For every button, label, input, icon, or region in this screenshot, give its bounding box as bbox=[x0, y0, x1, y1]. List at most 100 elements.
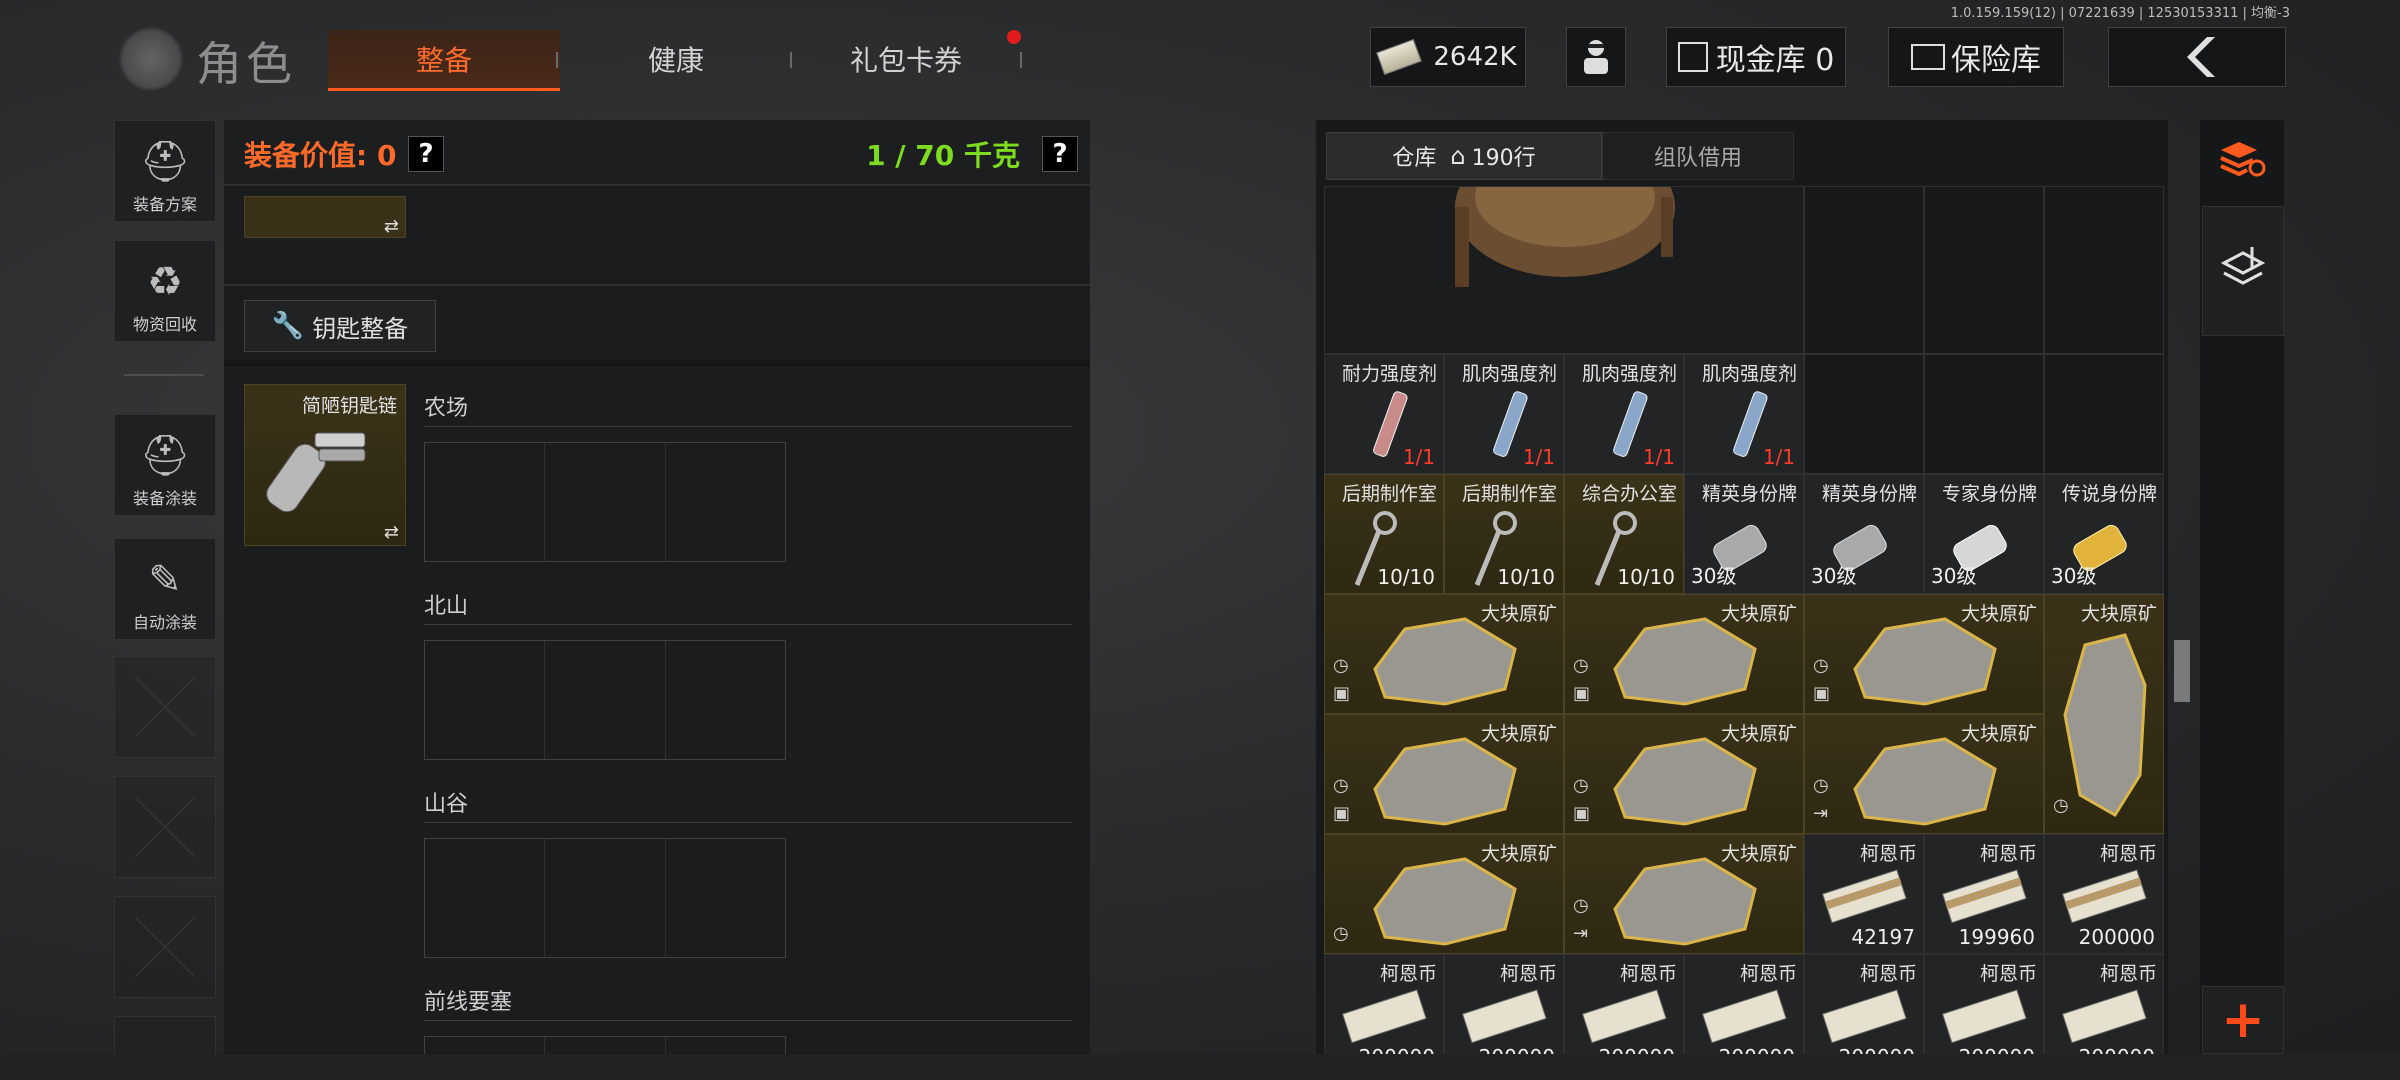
empty-cell[interactable] bbox=[1804, 186, 1924, 354]
key-slot[interactable] bbox=[425, 839, 546, 957]
equipment-paint-button[interactable]: ⛑ 装备涂装 bbox=[114, 414, 216, 516]
inventory-item[interactable]: 肌肉强度剂 1/1 bbox=[1684, 354, 1804, 474]
add-button[interactable]: + bbox=[2202, 986, 2284, 1054]
inventory-item[interactable]: 耐力强度剂 1/1 bbox=[1324, 354, 1444, 474]
key-slot-grid-valley[interactable] bbox=[424, 838, 786, 958]
tab-equipment[interactable]: 整备 bbox=[328, 30, 560, 91]
vault-icon bbox=[1677, 42, 1708, 72]
inventory-scrollbar[interactable] bbox=[2174, 640, 2190, 702]
key-slot[interactable] bbox=[425, 641, 546, 759]
cash-stack-icon bbox=[1582, 989, 1667, 1044]
key-slot[interactable] bbox=[666, 443, 785, 561]
operator-button[interactable] bbox=[1566, 27, 1626, 87]
key-equipment-button[interactable]: 🔧 钥匙整备 bbox=[244, 300, 436, 352]
item-name: 柯恩币 bbox=[2099, 843, 2157, 865]
coin-item[interactable]: 柯恩币 200000 bbox=[1324, 954, 1444, 1054]
coin-item[interactable]: 柯恩币 200000 bbox=[1444, 954, 1564, 1054]
keychain-slot[interactable]: 简陋钥匙链 ⇄ bbox=[244, 384, 406, 546]
coin-item[interactable]: 柯恩币 200000 bbox=[1684, 954, 1804, 1054]
value-help-button[interactable]: ? bbox=[408, 136, 444, 172]
key-slot[interactable] bbox=[425, 443, 546, 561]
inventory-item[interactable]: 后期制作室 10/10 bbox=[1444, 474, 1564, 594]
ore-item[interactable]: 大块原矿 ◷ ▣ bbox=[1564, 714, 1804, 834]
equipment-plan-button[interactable]: ⛑ 装备方案 bbox=[114, 120, 216, 222]
key-slot[interactable] bbox=[545, 641, 666, 759]
key-slot-grid-frontline-fortress[interactable] bbox=[424, 1036, 786, 1055]
weight-display: 1 / 70 千克 bbox=[866, 139, 1020, 172]
coin-item[interactable]: 柯恩币 200000 bbox=[2044, 834, 2164, 954]
ore-icon bbox=[1613, 617, 1757, 706]
inventory-item[interactable]: 精英身份牌 30级 bbox=[1804, 474, 1924, 594]
material-recycle-button[interactable]: ♻ 物资回收 bbox=[114, 240, 216, 342]
coin-item[interactable]: 柯恩币 199960 bbox=[1924, 834, 2044, 954]
swap-icon[interactable]: ⇄ bbox=[384, 522, 399, 543]
ore-item[interactable]: 大块原矿 ◷ bbox=[2044, 594, 2164, 834]
auto-paint-button[interactable]: ✎ 自动涂装 bbox=[114, 538, 216, 640]
empty-cell[interactable] bbox=[2044, 354, 2164, 474]
inventory-item[interactable]: 后期制作室 10/10 bbox=[1324, 474, 1444, 594]
empty-cell[interactable] bbox=[2044, 186, 2164, 354]
bottom-strip bbox=[0, 1054, 2400, 1080]
key-slot[interactable] bbox=[666, 641, 785, 759]
tab-team-borrow[interactable]: 组队借用 bbox=[1602, 132, 1794, 180]
equipped-item-slot[interactable]: ⇄ bbox=[244, 196, 406, 238]
empty-cell[interactable] bbox=[1924, 354, 2044, 474]
panel-divider bbox=[224, 360, 1090, 366]
ore-item[interactable]: 大块原矿 ◷ ▣ bbox=[1564, 594, 1804, 714]
key-slot[interactable] bbox=[545, 1037, 666, 1055]
inventory-item[interactable]: 肌肉强度剂 1/1 bbox=[1444, 354, 1564, 474]
key-slot[interactable] bbox=[545, 443, 666, 561]
coin-item[interactable]: 柯恩币 200000 bbox=[1924, 954, 2044, 1054]
tab-gift-coupons[interactable]: 礼包卡券 bbox=[790, 30, 1022, 88]
inventory-item[interactable]: 精英身份牌 30级 bbox=[1684, 474, 1804, 594]
backpack-item[interactable] bbox=[1324, 186, 1804, 354]
chevron-left-icon bbox=[2187, 37, 2215, 77]
empty-cell[interactable] bbox=[1804, 354, 1924, 474]
ore-item[interactable]: 大块原矿 ◷ ⇥ bbox=[1564, 834, 1804, 954]
coin-item[interactable]: 柯恩币 200000 bbox=[1804, 954, 1924, 1054]
box-icon: ▣ bbox=[1333, 683, 1351, 704]
coin-item[interactable]: 柯恩币 200000 bbox=[1564, 954, 1684, 1054]
inventory-item[interactable]: 肌肉强度剂 1/1 bbox=[1564, 354, 1684, 474]
ore-item[interactable]: 大块原矿 ◷ ⇥ bbox=[1804, 714, 2044, 834]
key-slot[interactable] bbox=[545, 839, 666, 957]
key-slot-grid-north-mountain[interactable] bbox=[424, 640, 786, 760]
ore-icon bbox=[1373, 857, 1517, 946]
swap-icon[interactable]: ⇄ bbox=[384, 216, 399, 237]
ore-item[interactable]: 大块原矿 ◷ ▣ bbox=[1324, 714, 1564, 834]
inventory-item[interactable]: 专家身份牌 30级 bbox=[1924, 474, 2044, 594]
store-all-button[interactable] bbox=[2202, 206, 2284, 336]
empty-cell[interactable] bbox=[1924, 186, 2044, 354]
ore-item[interactable]: 大块原矿 ◷ ▣ bbox=[1804, 594, 2044, 714]
item-name: 后期制作室 bbox=[1461, 483, 1557, 505]
cash-stack-icon bbox=[1462, 989, 1547, 1044]
key-slot[interactable] bbox=[666, 1037, 785, 1055]
item-name: 综合办公室 bbox=[1581, 483, 1677, 505]
clock-icon: ◷ bbox=[2053, 795, 2069, 816]
coin-item[interactable]: 柯恩币 200000 bbox=[2044, 954, 2164, 1054]
warehouse-rows: 190行 bbox=[1471, 146, 1536, 171]
weight-help-button[interactable]: ? bbox=[1042, 136, 1078, 172]
back-button[interactable] bbox=[2108, 27, 2286, 87]
cash-vault-button[interactable]: 现金库 0 bbox=[1666, 27, 1846, 87]
panel-divider bbox=[224, 284, 1090, 286]
item-level: 30级 bbox=[1811, 564, 1857, 588]
cash-stack-icon bbox=[1342, 989, 1427, 1044]
recycle-icon: ♻ bbox=[147, 259, 183, 305]
map-label-valley: 山谷 bbox=[424, 792, 469, 817]
safe-box-button[interactable]: 保险库 bbox=[1888, 27, 2064, 87]
coin-item[interactable]: 柯恩币 42197 bbox=[1804, 834, 1924, 954]
key-slot-grid-farm[interactable] bbox=[424, 442, 786, 562]
key-slot[interactable] bbox=[425, 1037, 546, 1055]
sort-button[interactable] bbox=[2202, 122, 2282, 194]
inventory-item[interactable]: 综合办公室 10/10 bbox=[1564, 474, 1684, 594]
item-level: 30级 bbox=[1931, 564, 1977, 588]
ore-item[interactable]: 大块原矿 ◷ ▣ bbox=[1324, 594, 1564, 714]
tab-warehouse[interactable]: 仓库 ⌂ 190行 bbox=[1326, 132, 1602, 180]
key-slot[interactable] bbox=[666, 839, 785, 957]
ore-icon bbox=[1613, 857, 1757, 946]
inventory-item[interactable]: 传说身份牌 30级 bbox=[2044, 474, 2164, 594]
tab-health[interactable]: 健康 bbox=[560, 30, 792, 88]
money-display[interactable]: 2642K bbox=[1370, 27, 1526, 87]
ore-item[interactable]: 大块原矿 ◷ bbox=[1324, 834, 1564, 954]
